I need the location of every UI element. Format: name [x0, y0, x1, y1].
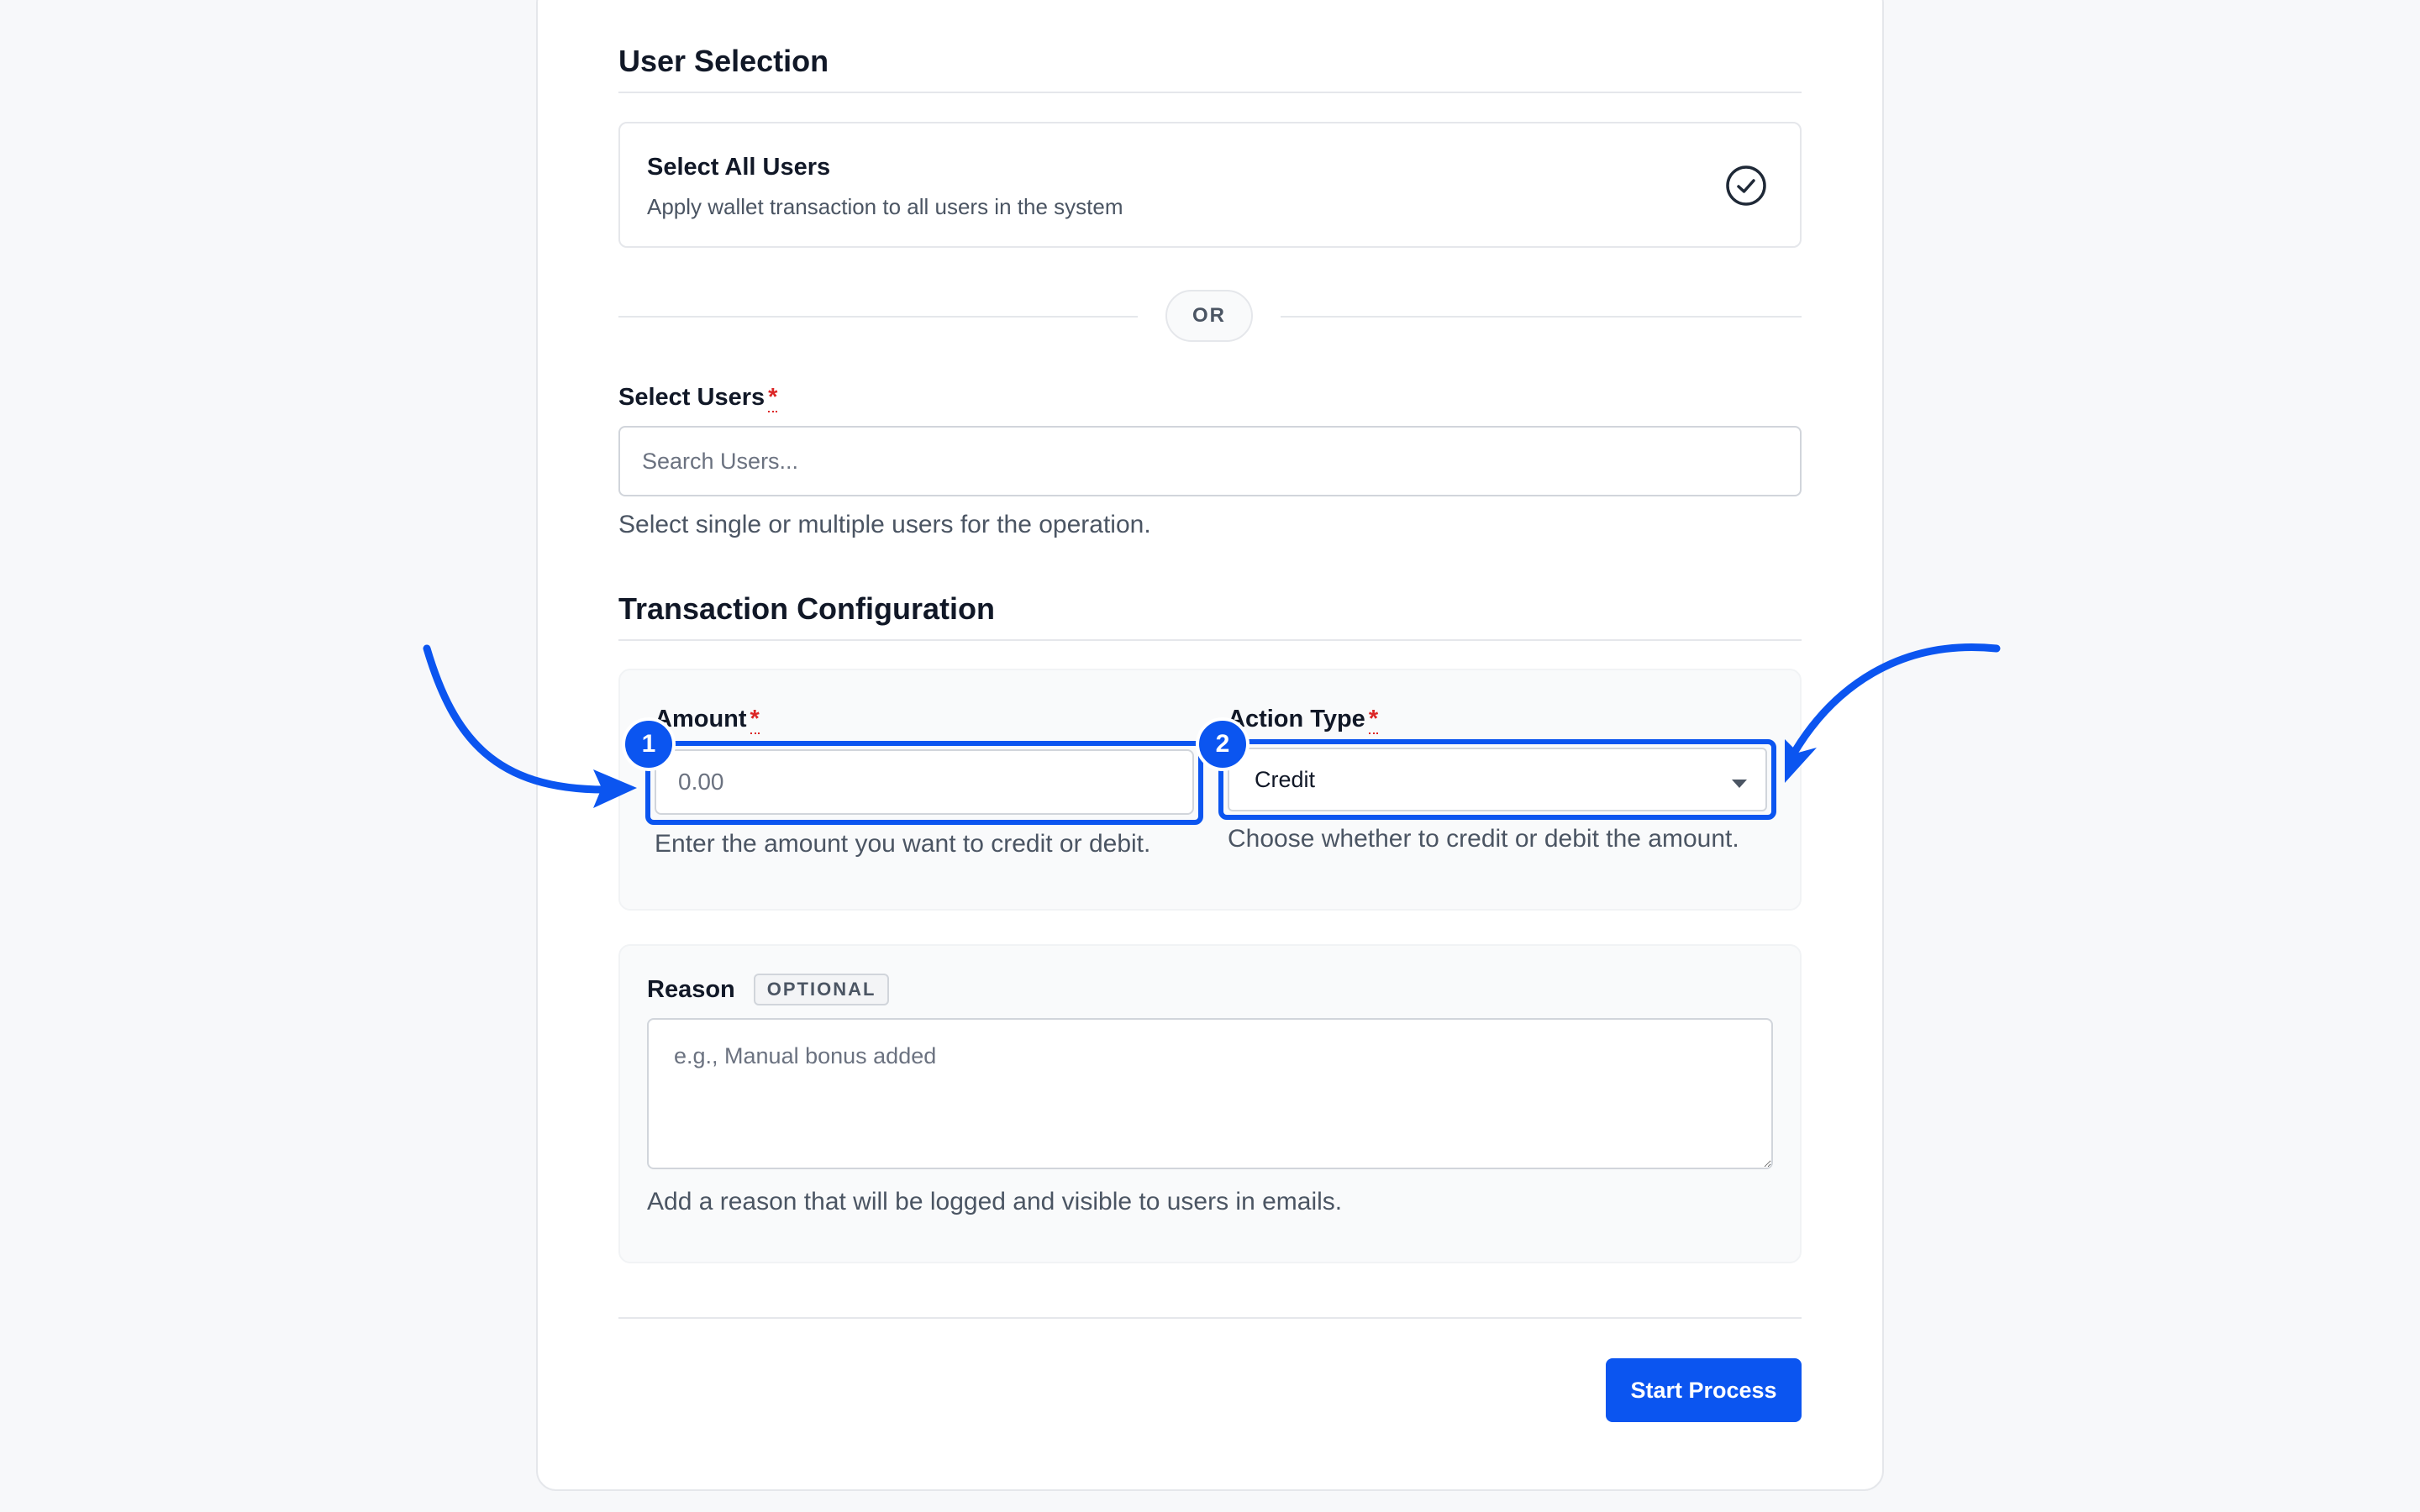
section-divider	[618, 639, 1802, 641]
action-type-help: Choose whether to credit or debit the am…	[1228, 825, 1739, 853]
select-all-description: Apply wallet transaction to all users in…	[647, 194, 1123, 219]
or-divider-right	[1281, 316, 1802, 318]
or-divider-label: OR	[1165, 290, 1253, 342]
select-users-label: Select Users *	[618, 384, 778, 412]
action-type-value: Credit	[1255, 766, 1316, 792]
action-type-label-text: Action Type	[1228, 706, 1365, 732]
user-search-input[interactable]	[618, 426, 1802, 496]
step-badge-2: 2	[1196, 717, 1249, 771]
chevron-down-icon	[1732, 780, 1747, 788]
start-process-button[interactable]: Start Process	[1606, 1358, 1802, 1422]
required-marker: *	[750, 706, 760, 734]
reason-label: Reason OPTIONAL	[647, 974, 890, 1005]
reason-help: Add a reason that will be logged and vis…	[647, 1188, 1343, 1215]
step-badge-1: 1	[622, 717, 676, 771]
action-type-label: Action Type *	[1228, 706, 1379, 734]
section-title-user-selection: User Selection	[618, 44, 829, 78]
section-divider	[618, 92, 1802, 93]
section-title-transaction: Transaction Configuration	[618, 591, 996, 626]
optional-badge: OPTIONAL	[753, 974, 890, 1005]
select-all-users-card[interactable]: Select All Users Apply wallet transactio…	[618, 122, 1802, 248]
amount-help: Enter the amount you want to credit or d…	[655, 830, 1151, 858]
reason-label-text: Reason	[647, 975, 735, 1003]
reason-textarea[interactable]	[647, 1018, 1773, 1169]
check-circle-icon[interactable]	[1724, 164, 1768, 207]
required-marker: *	[768, 384, 778, 412]
page: User Selection Select All Users Apply wa…	[0, 0, 2420, 1512]
footer-divider	[618, 1317, 1802, 1319]
action-type-select[interactable]: Credit	[1228, 748, 1767, 811]
required-marker: *	[1368, 706, 1379, 734]
select-users-label-text: Select Users	[618, 384, 765, 411]
select-users-help: Select single or multiple users for the …	[618, 511, 1151, 538]
select-all-title: Select All Users	[647, 154, 831, 181]
amount-input[interactable]	[655, 749, 1194, 815]
or-divider-left	[618, 316, 1138, 318]
